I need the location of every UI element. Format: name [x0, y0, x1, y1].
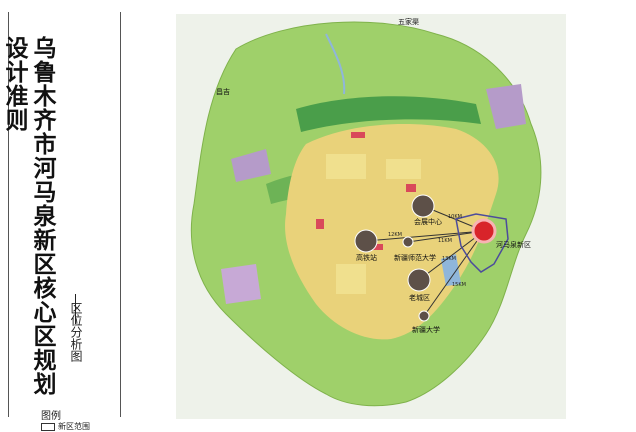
page-subtitle: 区位分析图: [69, 302, 83, 362]
map-canvas: 五家渠 昌吉 高铁站 会展中心 新疆师范大学 老城区 新疆大学 河马泉新区 12…: [176, 14, 566, 419]
place-label-hemaquan: 河马泉新区: [496, 240, 531, 249]
node-hemaquan: [471, 218, 497, 244]
node-laocheng: [407, 268, 431, 292]
node-shida: [402, 236, 414, 248]
distance-label: 11KM: [438, 238, 452, 244]
distance-label: 13KM: [442, 256, 456, 262]
commercial-block: [351, 132, 365, 138]
boundary-swatch: [41, 422, 55, 431]
place-label-shida: 新疆师范大学: [394, 253, 436, 262]
distance-label: 12KM: [388, 232, 402, 238]
node-huizhan: [411, 194, 435, 218]
residential-block: [326, 154, 366, 179]
distance-label: 15KM: [452, 282, 466, 288]
commercial-block: [406, 184, 416, 192]
residential-block: [386, 159, 421, 179]
legend-item: 新区范围: [41, 421, 90, 432]
location-map: 五家渠 昌吉 高铁站 会展中心 新疆师范大学 老城区 新疆大学 河马泉新区 12…: [176, 14, 566, 419]
place-label-xinda: 新疆大学: [412, 325, 440, 334]
title-panel: 乌鲁木齐市河马泉新区核心区规划设计准则 区位分析图 图例 新区范围: [1, 12, 121, 431]
residential-block: [336, 264, 366, 294]
place-label-huizhan: 会展中心: [414, 217, 442, 226]
distance-label: 10KM: [448, 214, 462, 220]
legend-heading: 图例: [41, 411, 61, 422]
node-gaotie: [354, 229, 378, 253]
place-label-gaotie: 高铁站: [356, 253, 377, 262]
commercial-block: [316, 219, 324, 229]
place-label-changji: 昌吉: [216, 88, 230, 96]
page-title: 乌鲁木齐市河马泉新区核心区规划设计准则: [1, 36, 55, 396]
industrial-zone: [221, 264, 261, 304]
node-xinda: [418, 310, 430, 322]
place-label-wujiaqu: 五家渠: [398, 17, 419, 26]
document-frame: 乌鲁木齐市河马泉新区核心区规划设计准则 区位分析图 图例 新区范围 五家渠 昌吉…: [0, 0, 636, 431]
legend-item-label: 新区范围: [58, 422, 90, 431]
place-label-laocheng: 老城区: [409, 293, 430, 302]
